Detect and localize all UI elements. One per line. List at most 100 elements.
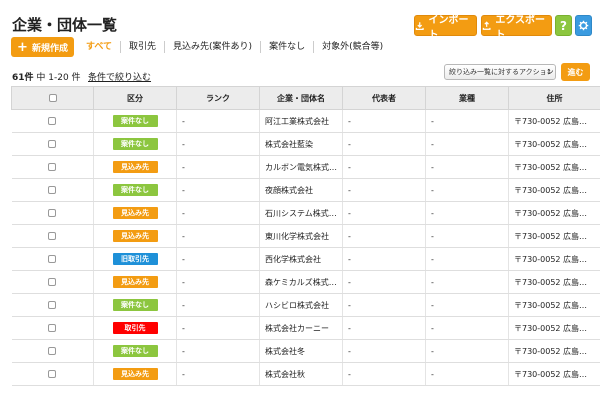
- help-button[interactable]: ?: [555, 15, 572, 36]
- table-row[interactable]: 見込み先 - 森ケミカルズ株式… - - 〒730-0052 広島…: [11, 270, 600, 294]
- filter-condition-link[interactable]: 条件で絞り込む: [88, 70, 151, 83]
- row-checkbox[interactable]: [48, 370, 57, 378]
- rank-cell: -: [176, 339, 260, 363]
- column-header-name[interactable]: 企業・団体名: [259, 86, 343, 110]
- download-icon: [415, 21, 424, 30]
- category-cell: 見込み先: [93, 362, 177, 386]
- row-checkbox[interactable]: [48, 301, 57, 309]
- company-table: 区分 ランク 企業・団体名 代表者 業種 住所 案件なし - 阿江工業株式会社 - - 〒…: [11, 86, 600, 386]
- industry-cell: -: [425, 178, 509, 202]
- company-name-cell[interactable]: 東川化学株式会社: [259, 224, 343, 248]
- industry-cell: -: [425, 155, 509, 179]
- company-name-cell[interactable]: 株式会社冬: [259, 339, 343, 363]
- filter-excluded[interactable]: 対象外(競合等): [313, 41, 391, 53]
- column-header-representative[interactable]: 代表者: [342, 86, 426, 110]
- new-label: 新規作成: [31, 43, 68, 54]
- representative-cell: -: [342, 178, 426, 202]
- row-select-cell: [11, 109, 94, 133]
- address-cell: 〒730-0052 広島…: [508, 362, 600, 386]
- company-name-cell[interactable]: カルボン電気株式…: [259, 155, 343, 179]
- company-name-cell[interactable]: 森ケミカルズ株式…: [259, 270, 343, 294]
- table-row[interactable]: 見込み先 - カルボン電気株式… - - 〒730-0052 広島…: [11, 155, 600, 179]
- go-button[interactable]: 進む: [561, 63, 590, 81]
- address-cell: 〒730-0052 広島…: [508, 178, 600, 202]
- row-checkbox[interactable]: [48, 186, 57, 194]
- address-cell: 〒730-0052 広島…: [508, 132, 600, 156]
- select-all-checkbox[interactable]: [48, 94, 57, 102]
- company-name-cell[interactable]: 夜顔株式会社: [259, 178, 343, 202]
- category-badge: 案件なし: [112, 345, 158, 357]
- industry-cell: -: [425, 270, 509, 294]
- row-select-cell: [11, 270, 94, 294]
- industry-cell: -: [425, 201, 509, 225]
- address-cell: 〒730-0052 広島…: [508, 109, 600, 133]
- row-select-cell: [11, 293, 94, 317]
- table-row[interactable]: 取引先 - 株式会社カーニー - - 〒730-0052 広島…: [11, 316, 600, 340]
- filter-trading[interactable]: 取引先: [120, 41, 164, 53]
- filter-prospect[interactable]: 見込み先(案件あり): [164, 41, 260, 53]
- rank-cell: -: [176, 316, 260, 340]
- company-name-cell[interactable]: 石川システム株式…: [259, 201, 343, 225]
- category-badge: 旧取引先: [112, 253, 158, 265]
- rank-cell: -: [176, 201, 260, 225]
- column-header-rank[interactable]: ランク: [176, 86, 260, 110]
- table-row[interactable]: 案件なし - 夜顔株式会社 - - 〒730-0052 広島…: [11, 178, 600, 202]
- import-button[interactable]: インポート: [414, 15, 477, 41]
- row-checkbox[interactable]: [48, 140, 57, 148]
- category-cell: 見込み先: [93, 270, 177, 294]
- column-header-category[interactable]: 区分: [93, 86, 177, 110]
- representative-cell: -: [342, 132, 426, 156]
- table-row[interactable]: 見込み先 - 石川システム株式… - - 〒730-0052 広島…: [11, 201, 600, 225]
- new-button[interactable]: + 新規作成: [11, 37, 74, 57]
- filter-no-case[interactable]: 案件なし: [260, 41, 313, 53]
- gear-icon: [578, 20, 589, 31]
- row-checkbox[interactable]: [48, 163, 57, 171]
- table-row[interactable]: 旧取引先 - 西化学株式会社 - - 〒730-0052 広島…: [11, 247, 600, 271]
- company-name-cell[interactable]: 株式会社秋: [259, 362, 343, 386]
- row-checkbox[interactable]: [48, 347, 57, 355]
- select-arrows-icon: ⇕: [546, 68, 552, 76]
- company-name-cell[interactable]: 株式会社カーニー: [259, 316, 343, 340]
- rank-cell: -: [176, 362, 260, 386]
- column-header-address[interactable]: 住所: [508, 86, 600, 110]
- representative-cell: -: [342, 109, 426, 133]
- row-select-cell: [11, 178, 94, 202]
- settings-button[interactable]: [575, 15, 592, 36]
- representative-cell: -: [342, 362, 426, 386]
- company-name-cell[interactable]: ハシビロ株式会社: [259, 293, 343, 317]
- row-checkbox[interactable]: [48, 209, 57, 217]
- row-checkbox[interactable]: [48, 278, 57, 286]
- company-name-cell[interactable]: 阿江工業株式会社: [259, 109, 343, 133]
- filter-all[interactable]: すべて: [86, 41, 120, 53]
- row-checkbox[interactable]: [48, 117, 57, 125]
- bulk-action-select[interactable]: 絞り込み一覧に対するアクション ⇕: [444, 64, 556, 80]
- row-checkbox[interactable]: [48, 324, 57, 332]
- company-name-cell[interactable]: 西化学株式会社: [259, 247, 343, 271]
- address-cell: 〒730-0052 広島…: [508, 247, 600, 271]
- table-row[interactable]: 見込み先 - 株式会社秋 - - 〒730-0052 広島…: [11, 362, 600, 386]
- row-select-cell: [11, 339, 94, 363]
- row-select-cell: [11, 201, 94, 225]
- table-row[interactable]: 案件なし - 株式会社冬 - - 〒730-0052 広島…: [11, 339, 600, 363]
- company-name-cell[interactable]: 株式会社藍染: [259, 132, 343, 156]
- result-total: 61件: [12, 73, 34, 83]
- column-header-industry[interactable]: 業種: [425, 86, 509, 110]
- export-button[interactable]: エクスポート: [481, 15, 552, 41]
- address-cell: 〒730-0052 広島…: [508, 224, 600, 248]
- industry-cell: -: [425, 293, 509, 317]
- rank-cell: -: [176, 224, 260, 248]
- representative-cell: -: [342, 339, 426, 363]
- category-badge: 見込み先: [112, 368, 158, 380]
- table-row[interactable]: 案件なし - 株式会社藍染 - - 〒730-0052 広島…: [11, 132, 600, 156]
- table-row[interactable]: 案件なし - ハシビロ株式会社 - - 〒730-0052 広島…: [11, 293, 600, 317]
- rank-cell: -: [176, 132, 260, 156]
- row-select-cell: [11, 362, 94, 386]
- table-row[interactable]: 案件なし - 阿江工業株式会社 - - 〒730-0052 広島…: [11, 109, 600, 133]
- row-checkbox[interactable]: [48, 255, 57, 263]
- representative-cell: -: [342, 293, 426, 317]
- row-checkbox[interactable]: [48, 232, 57, 240]
- table-row[interactable]: 見込み先 - 東川化学株式会社 - - 〒730-0052 広島…: [11, 224, 600, 248]
- category-badge: 見込み先: [112, 207, 158, 219]
- filter-tabs: すべて 取引先 見込み先(案件あり) 案件なし 対象外(競合等): [86, 41, 391, 53]
- industry-cell: -: [425, 247, 509, 271]
